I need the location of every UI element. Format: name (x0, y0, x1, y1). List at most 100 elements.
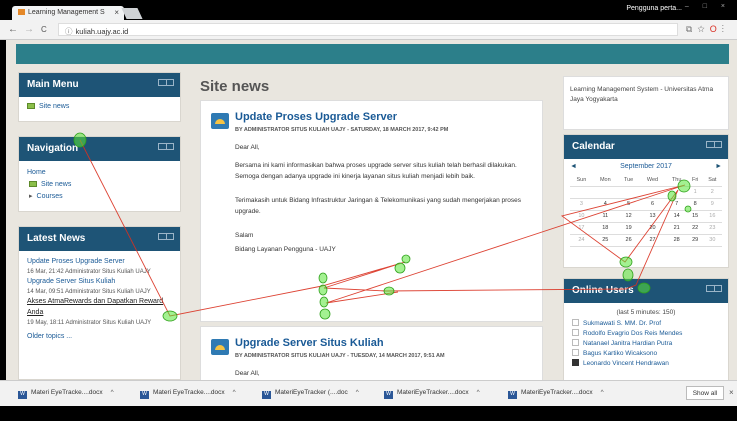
main-menu-item-site-news[interactable]: Site news (39, 103, 69, 110)
online-users-title: Online Users (572, 285, 634, 296)
nav-item-site-news[interactable]: Site news (41, 181, 71, 188)
calendar-day[interactable]: 4 (592, 198, 618, 211)
calendar-day[interactable]: 21 (665, 222, 688, 235)
main-menu-header: Main Menu (19, 73, 180, 97)
translate-icon[interactable]: ⧉ (686, 24, 697, 34)
online-user[interactable]: Leonardo Vincent Hendrawan (572, 359, 720, 367)
close-download-bar-icon[interactable]: × (729, 388, 734, 397)
weekday-header: Fri (687, 174, 703, 187)
download-item[interactable]: W MateriEyeTracker (....doc ^ (262, 389, 359, 399)
profile-label[interactable]: Pengguna perta... (626, 5, 682, 12)
calendar-day[interactable]: 13 (639, 210, 666, 223)
chevron-up-icon[interactable]: ^ (601, 389, 604, 396)
navigation-body: Home Site news ▸ Courses (19, 161, 180, 209)
calendar-day[interactable]: 8 (687, 198, 703, 211)
chevron-up-icon[interactable]: ^ (111, 389, 114, 396)
online-users-count: (last 5 minutes: 150) (616, 309, 676, 316)
download-item[interactable]: W Materi EyeTracke....docx ^ (140, 389, 236, 399)
online-user[interactable]: Natanael Janitra Hardian Putra (572, 339, 720, 347)
download-item[interactable]: W MateriEyeTracker....docx ^ (508, 389, 604, 399)
download-item[interactable]: W Materi EyeTracke....docx ^ (18, 389, 114, 399)
online-user[interactable]: Sukmawati S. MM. Dr. Prof (572, 319, 720, 327)
new-tab-button[interactable] (121, 8, 143, 19)
online-user[interactable]: Rodolfo Evagrio Dos Reis Mendes (572, 329, 720, 337)
online-user-name[interactable]: Natanael Janitra Hardian Putra (583, 340, 672, 347)
calendar-day[interactable]: 15 (687, 210, 703, 223)
prev-month-icon[interactable]: ◄ (570, 163, 577, 170)
calendar-day[interactable]: 23 (702, 222, 722, 235)
url-input[interactable]: ⓘ kuliah.uajy.ac.id (58, 23, 678, 36)
block-controls-icon[interactable] (706, 141, 722, 148)
reload-icon[interactable]: C (41, 25, 47, 34)
next-month-icon[interactable]: ► (715, 163, 722, 170)
caret-right-icon[interactable]: ▸ (29, 193, 33, 200)
calendar-day[interactable]: 19 (617, 222, 640, 235)
download-filename: Materi EyeTracke....docx (153, 389, 225, 396)
calendar-day[interactable]: 18 (592, 222, 618, 235)
calendar-day[interactable]: 11 (592, 210, 618, 223)
calendar-day (617, 186, 640, 199)
show-all-button[interactable]: Show all (686, 386, 724, 400)
star-icon[interactable]: ☆ (697, 24, 709, 34)
online-user-name[interactable]: Leonardo Vincent Hendrawan (583, 360, 669, 367)
block-controls-icon[interactable] (158, 233, 174, 240)
online-user-name[interactable]: Bagus Kartiko Wicaksono (583, 350, 657, 357)
calendar-day[interactable]: 26 (617, 234, 640, 247)
calendar-day[interactable]: 5 (617, 198, 640, 211)
tab-close-icon[interactable]: × (114, 8, 119, 17)
calendar-day[interactable]: 22 (687, 222, 703, 235)
block-controls-icon[interactable] (158, 79, 174, 86)
post-signature: Bidang Layanan Pengguna - UAJY (235, 246, 336, 254)
calendar-day[interactable]: 30 (702, 234, 722, 247)
chevron-up-icon[interactable]: ^ (233, 389, 236, 396)
chevron-up-icon[interactable]: ^ (477, 389, 480, 396)
news-item-link[interactable]: Update Proses Upgrade Server (27, 257, 172, 268)
post-title[interactable]: Upgrade Server Situs Kuliah (235, 337, 384, 349)
calendar-day[interactable]: 27 (639, 234, 666, 247)
calendar-day[interactable]: 28 (665, 234, 688, 247)
calendar-day[interactable]: 29 (687, 234, 703, 247)
news-item-link[interactable]: Upgrade Server Situs Kuliah (27, 277, 172, 288)
weekday-header: Thu (665, 174, 688, 187)
calendar-day[interactable]: 20 (639, 222, 666, 235)
news-item-meta: 16 Mar, 21:42 Administrator Situs Kuliah… (27, 268, 151, 275)
extension-icon[interactable]: O (710, 24, 722, 34)
block-controls-icon[interactable] (706, 285, 722, 292)
post-title[interactable]: Update Proses Upgrade Server (235, 111, 397, 123)
browser-tab[interactable]: Learning Management S × (12, 6, 124, 20)
calendar-day[interactable]: 14 (665, 210, 688, 223)
news-item-link[interactable]: Akses AtmaRewards dan Dapatkan Reward An… (27, 297, 172, 319)
calendar-day[interactable]: 12 (617, 210, 640, 223)
bottom-strip (0, 406, 737, 421)
calendar-day[interactable]: 25 (592, 234, 618, 247)
calendar-day (639, 186, 666, 199)
word-doc-icon: W (262, 391, 271, 399)
window-controls[interactable]: – □ × (685, 3, 731, 10)
download-item[interactable]: W MateriEyeTracker....docx ^ (384, 389, 480, 399)
menu-icon[interactable]: ⋮ (722, 24, 729, 34)
chevron-up-icon[interactable]: ^ (356, 389, 359, 396)
calendar-month[interactable]: September 2017 (620, 163, 672, 170)
calendar-day[interactable]: 17 (570, 222, 593, 235)
calendar-day[interactable]: 9 (702, 198, 722, 211)
calendar-day[interactable]: 2 (702, 186, 722, 199)
online-user-name[interactable]: Sukmawati S. MM. Dr. Prof (583, 320, 661, 327)
forward-icon[interactable]: → (24, 24, 34, 35)
calendar-day[interactable]: 3 (570, 198, 593, 211)
online-user[interactable]: Bagus Kartiko Wicaksono (572, 349, 720, 357)
calendar-day[interactable]: 7 (665, 198, 688, 211)
calendar-day[interactable]: 1 (687, 186, 703, 199)
calendar-day[interactable]: 10 (570, 210, 593, 223)
calendar-day[interactable]: 24 (570, 234, 593, 247)
calendar-day[interactable]: 6 (639, 198, 666, 211)
nav-item-courses[interactable]: Courses (37, 193, 63, 200)
block-controls-icon[interactable] (158, 143, 174, 150)
online-user-name[interactable]: Rodolfo Evagrio Dos Reis Mendes (583, 330, 682, 337)
news-item-meta: 19 May, 18:11 Administrator Situs Kuliah… (27, 319, 152, 326)
calendar-day[interactable]: 16 (702, 210, 722, 223)
site-info-icon[interactable]: ⓘ (65, 27, 73, 36)
nav-home[interactable]: Home (27, 167, 172, 179)
download-filename: MateriEyeTracker....docx (521, 389, 593, 396)
back-icon[interactable]: ← (8, 24, 18, 35)
older-topics-link[interactable]: Older topics ... (27, 332, 172, 343)
